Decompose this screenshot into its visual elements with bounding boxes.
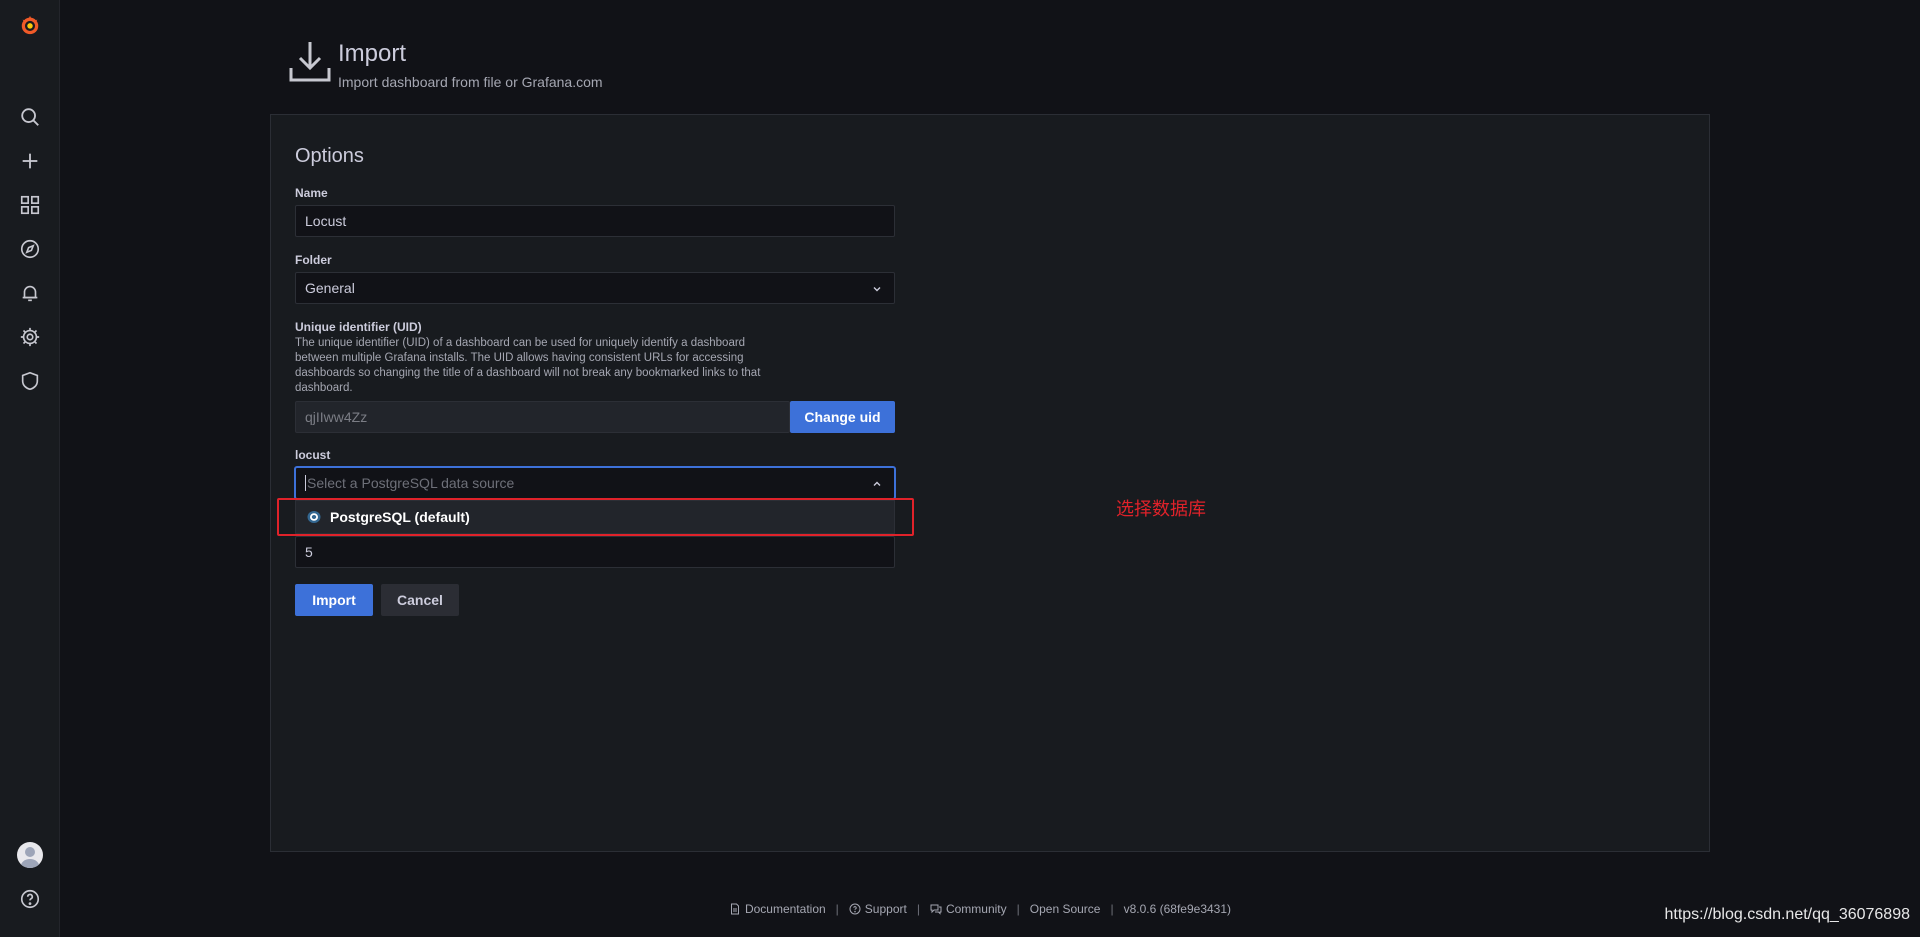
cancel-button[interactable]: Cancel: [381, 584, 459, 616]
header-text: Import Import dashboard from file or Gra…: [338, 38, 603, 90]
uid-label: Unique identifier (UID): [295, 320, 422, 334]
name-label: Name: [295, 186, 328, 200]
chevron-up-icon: [873, 481, 881, 486]
footer-version: v8.0.6 (68fe9e3431): [1124, 902, 1231, 916]
change-uid-button[interactable]: Change uid: [790, 401, 895, 433]
user-avatar-icon: [16, 842, 43, 868]
options-panel: Options Name Locust Folder General Uniqu…: [270, 114, 1710, 852]
footer-support-label: Support: [864, 902, 907, 916]
watermark: https://blog.csdn.net/qq_36076898: [1664, 906, 1910, 923]
annotation-text: 选择数据库: [1116, 499, 1206, 519]
footer-documentation-label: Documentation: [744, 902, 826, 916]
explore-icon[interactable]: [0, 227, 59, 271]
text-cursor: [305, 475, 306, 491]
sidebar: [0, 0, 60, 937]
options-title: Options: [295, 145, 364, 167]
hidden-field-input[interactable]: 5: [295, 536, 895, 568]
uid-input: qjIIww4Zz: [295, 401, 790, 433]
footer-community-link[interactable]: Community: [930, 902, 1007, 916]
footer-community-label: Community: [945, 902, 1007, 916]
footer-separator: |: [916, 902, 920, 916]
dashboards-icon[interactable]: [0, 183, 59, 227]
search-icon[interactable]: [0, 95, 59, 139]
footer: Documentation | Support | Community | Op…: [0, 902, 1920, 916]
folder-label: Folder: [295, 253, 332, 267]
footer-support-link[interactable]: Support: [849, 902, 907, 916]
footer-separator: |: [1110, 902, 1114, 916]
datasource-select[interactable]: Select a PostgreSQL data source: [295, 467, 895, 499]
highlight-box: [277, 498, 914, 536]
name-input[interactable]: Locust: [295, 205, 895, 237]
datasource-placeholder: Select a PostgreSQL data source: [307, 475, 515, 491]
footer-open-source-link[interactable]: Open Source: [1030, 902, 1101, 916]
bell-icon[interactable]: [0, 271, 59, 315]
gear-icon[interactable]: [0, 315, 59, 359]
page-header: Import Import dashboard from file or Gra…: [288, 38, 603, 90]
footer-separator: |: [1016, 902, 1020, 916]
folder-select-value: General: [305, 280, 355, 296]
uid-description: The unique identifier (UID) of a dashboa…: [295, 337, 761, 394]
import-icon: [289, 42, 331, 82]
page-subtitle: Import dashboard from file or Grafana.co…: [338, 74, 603, 90]
document-icon: [730, 903, 739, 915]
shield-icon[interactable]: [0, 359, 59, 403]
chevron-down-icon: [873, 287, 881, 292]
question-circle-icon: [849, 903, 861, 915]
grafana-logo-icon[interactable]: [0, 3, 59, 47]
footer-separator: |: [835, 902, 839, 916]
page-title: Import: [338, 40, 407, 67]
import-button[interactable]: Import: [295, 584, 373, 616]
plus-icon[interactable]: [0, 139, 59, 183]
folder-select[interactable]: General: [295, 272, 895, 304]
avatar[interactable]: [0, 833, 59, 877]
footer-version-label: v8.0.6 (68fe9e3431): [1123, 902, 1232, 916]
comments-icon: [930, 904, 942, 915]
footer-open-source-label: Open Source: [1029, 902, 1101, 916]
datasource-label: locust: [295, 448, 331, 462]
footer-documentation-link[interactable]: Documentation: [729, 902, 826, 916]
